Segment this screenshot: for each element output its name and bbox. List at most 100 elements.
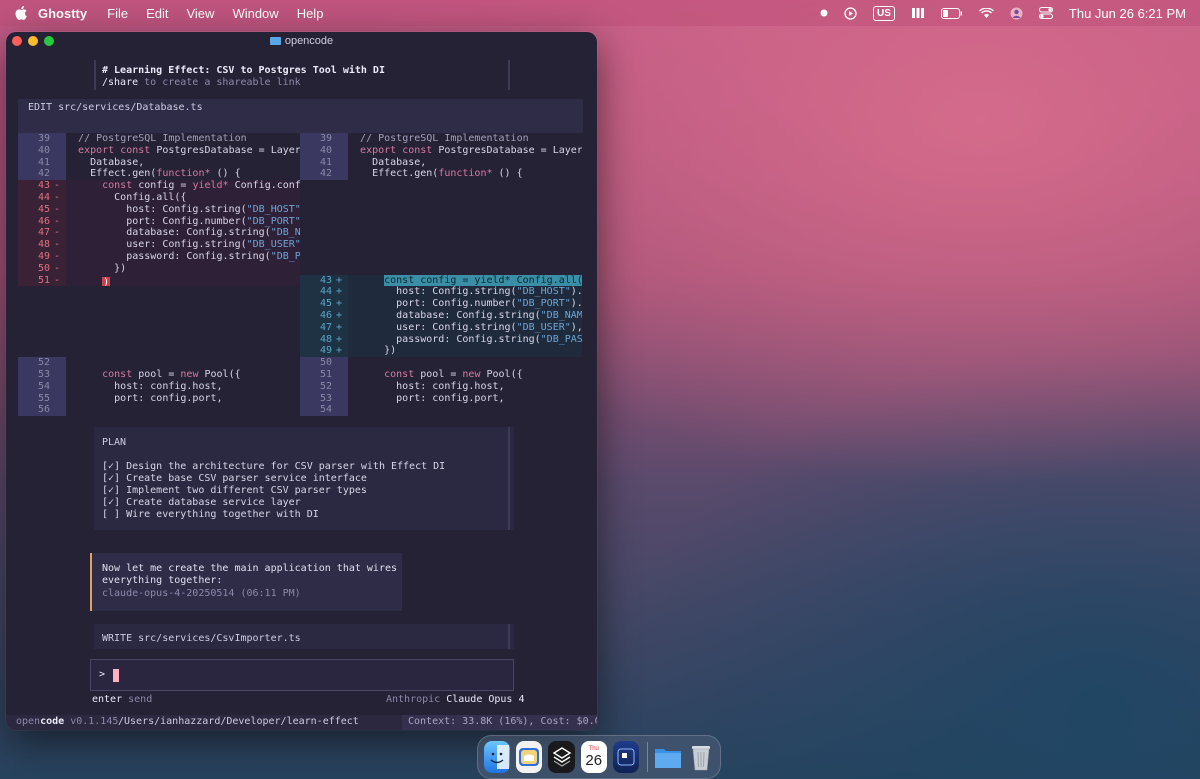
code-text: const pool = new Pool({ <box>102 368 241 380</box>
context-usage: Context: 33.8K (16%), Cost: $0.00 <box>402 715 597 730</box>
line-number: 52 <box>319 380 332 392</box>
diff-line: 56 <box>18 404 300 417</box>
diff-line: 43 + const config = yield* Config.all({ <box>300 274 582 287</box>
menu-edit[interactable]: Edit <box>146 6 168 21</box>
line-number: 41 <box>37 156 50 168</box>
code-text: port: config.port, <box>348 392 505 404</box>
diff-line: 46- port: Config.number("DB_PORT").pi... <box>18 215 300 228</box>
diff-gutter: 41 <box>300 156 348 169</box>
wifi-icon[interactable] <box>978 7 994 19</box>
diff-sign: - <box>54 274 61 286</box>
record-dot-icon[interactable] <box>820 9 828 17</box>
line-number: 45 <box>319 298 332 310</box>
code-text: Effect.gen(function* () { <box>66 168 241 180</box>
diff-line: 52 host: config.host, <box>300 380 582 393</box>
menu-help[interactable]: Help <box>297 6 324 21</box>
ghostty-dock-icon[interactable] <box>516 741 543 773</box>
code-text: export const PostgresDatabase = Layer.ef… <box>360 144 582 156</box>
diff-line <box>300 239 582 251</box>
diff-gutter: 44- <box>18 191 66 204</box>
cursor-editor-dock-icon[interactable] <box>548 741 575 773</box>
menu-bar-clock[interactable]: Thu Jun 26 6:21 PM <box>1069 6 1186 21</box>
diff-line: 40 export const PostgresDatabase = Layer… <box>18 144 300 157</box>
terminal-app-dock-icon[interactable] <box>612 741 640 773</box>
diff-line <box>300 204 582 216</box>
diff-line: 46 + database: Config.string("DB_NAME"), <box>300 309 582 322</box>
diff-line: 47 + user: Config.string("DB_USER"), <box>300 321 582 334</box>
diff-gutter <box>18 334 66 346</box>
code-text: // PostgreSQL Implementation <box>78 133 247 144</box>
plan-item: [✓] Design the architecture for CSV pars… <box>102 461 446 472</box>
prompt-input[interactable]: > <box>90 659 514 691</box>
version-text: v0.1.145 <box>64 716 119 727</box>
diff-gutter <box>300 192 348 204</box>
menu-app-name[interactable]: Ghostty <box>38 6 87 21</box>
battery-icon[interactable] <box>940 7 963 19</box>
diff-gutter <box>300 204 348 216</box>
app-version: opencode v0.1.145 <box>16 716 118 727</box>
diff-line: 51- ) <box>18 274 300 287</box>
diff-gutter: 53 <box>18 368 66 381</box>
finder-dock-icon[interactable] <box>484 741 511 773</box>
keyboard-layout-badge[interactable]: US <box>873 5 895 21</box>
menu-file[interactable]: File <box>107 6 128 21</box>
assistant-message-line: Now let me create the main application t… <box>102 563 398 574</box>
control-center-icon[interactable] <box>1038 7 1053 19</box>
line-number: 48 <box>37 239 50 251</box>
line-number: 55 <box>37 392 50 404</box>
diff-gutter: 54 <box>300 404 348 417</box>
diff-line <box>300 227 582 239</box>
diff-gutter: 40 <box>18 144 66 157</box>
model-indicator[interactable]: Anthropic Claude Opus 4 <box>386 694 525 705</box>
line-number: 54 <box>37 380 50 392</box>
diff-gutter: 49- <box>18 250 66 263</box>
line-number: 51 <box>37 274 50 286</box>
downloads-folder-dock-icon[interactable] <box>654 741 682 773</box>
diff-gutter: 43 + <box>300 274 348 287</box>
diff-view[interactable]: 39 // PostgreSQL Implementation 40 export… <box>18 133 583 417</box>
diff-gutter: 46- <box>18 215 66 228</box>
calendar-dock-icon[interactable]: Thu 26 <box>580 741 607 773</box>
play-circle-icon[interactable] <box>844 6 857 20</box>
diff-sign: + <box>336 298 343 310</box>
diff-sign: - <box>54 215 61 227</box>
trash-dock-icon[interactable] <box>688 741 714 773</box>
code-text: host: config.host, <box>66 380 223 392</box>
diff-line <box>18 310 300 322</box>
diff-sign: + <box>336 333 343 345</box>
line-number: 50 <box>319 357 332 369</box>
user-avatar-icon[interactable] <box>1010 7 1023 20</box>
diff-sign: - <box>54 227 61 239</box>
line-number: 53 <box>319 392 332 404</box>
edit-tool-block: EDIT src/services/Database.ts <box>18 99 583 133</box>
diff-sign: - <box>54 250 61 262</box>
code-text: password: Config.string("DB_PASSWORD") <box>348 333 582 345</box>
diff-line: 53 const pool = new Pool({ <box>18 368 300 381</box>
line-number: 42 <box>319 168 332 180</box>
line-number: 52 <box>37 357 50 369</box>
line-number: 47 <box>37 227 50 239</box>
diff-gutter: 53 <box>300 392 348 405</box>
diff-line: 44 + host: Config.string("DB_HOST").pipe.… <box>300 286 582 299</box>
diff-line: 39 // PostgreSQL Implementation <box>18 133 300 145</box>
menu-extra-icon[interactable] <box>911 7 925 19</box>
menu-window[interactable]: Window <box>232 6 278 21</box>
diff-gutter <box>18 345 66 357</box>
plan-heading: PLAN <box>102 437 127 448</box>
diff-gutter: 39 <box>18 133 66 145</box>
diff-line: 42 Effect.gen(function* () { <box>300 168 582 181</box>
context-usage-text: Context: 33.8K (16%), Cost: $0.00 <box>408 716 597 727</box>
line-number: 46 <box>37 215 50 227</box>
line-number: 40 <box>319 144 332 156</box>
code-text: user: Config.string("DB_USER"), <box>66 239 300 251</box>
diff-line <box>300 251 582 263</box>
diff-line: 39 // PostgreSQL Implementation <box>300 133 582 145</box>
share-command[interactable]: /share <box>102 77 138 88</box>
diff-line: 42 Effect.gen(function* () { <box>18 168 300 181</box>
diff-line: 54 host: config.host, <box>18 380 300 393</box>
apple-icon[interactable] <box>14 6 28 20</box>
window-titlebar: opencode <box>6 32 597 50</box>
line-number: 43 <box>319 274 332 286</box>
status-bar: opencode v0.1.145 /Users/ianhazzard/Deve… <box>6 715 597 730</box>
menu-view[interactable]: View <box>186 6 214 21</box>
